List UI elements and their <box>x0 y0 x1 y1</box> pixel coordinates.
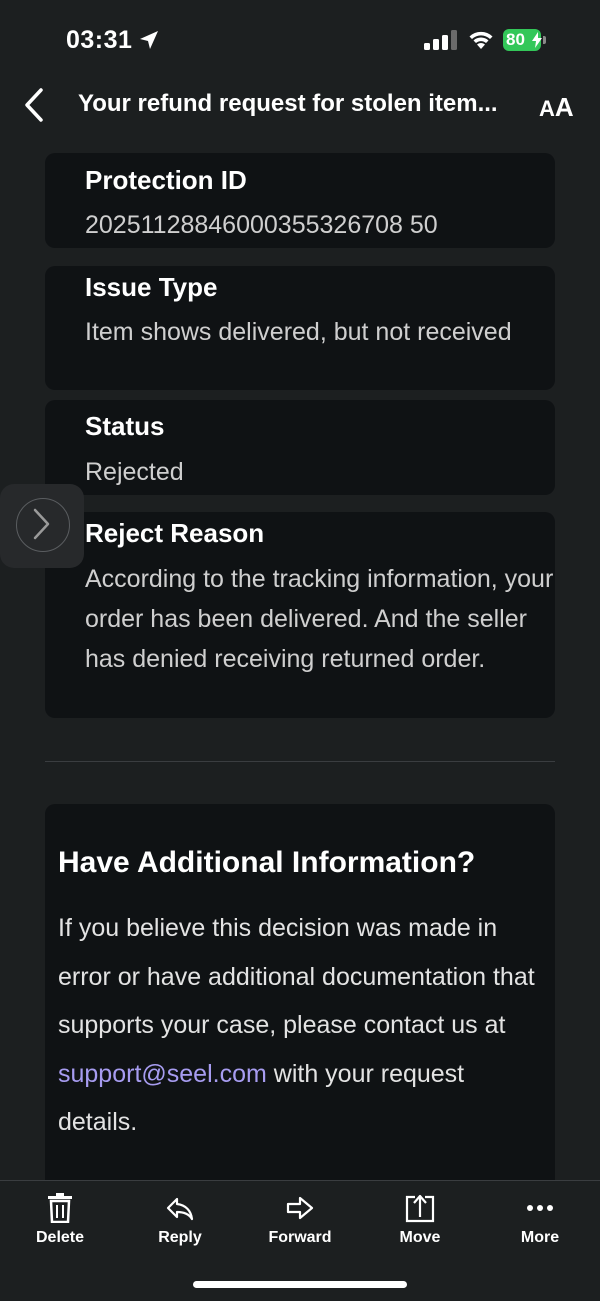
battery-indicator: 80 <box>503 29 549 51</box>
wifi-icon <box>469 31 493 49</box>
info-body-text: If you believe this decision was made in… <box>58 914 535 1039</box>
forward-label: Forward <box>268 1229 332 1246</box>
status-time: 03:31 <box>66 26 133 54</box>
move-label: Move <box>399 1229 441 1246</box>
back-chevron-icon[interactable] <box>20 86 50 124</box>
chevron-right-icon <box>33 508 50 540</box>
reply-arrow-icon <box>166 1197 194 1221</box>
delete-label: Delete <box>35 1229 85 1246</box>
protection-id-value: 20251128846000355326708 50 <box>85 211 438 239</box>
battery-cap <box>543 36 546 44</box>
support-email-link[interactable]: support@seel.com <box>58 1060 267 1088</box>
home-indicator[interactable] <box>193 1281 407 1288</box>
more-button[interactable]: More <box>480 1193 600 1253</box>
location-arrow-icon <box>140 31 158 49</box>
cellular-signal-icon <box>424 30 457 50</box>
reply-button[interactable]: Reply <box>120 1193 240 1253</box>
reject-reason-label: Reject Reason <box>85 518 265 548</box>
text-size-icon[interactable]: AA <box>539 92 574 123</box>
email-subject-title: Your refund request for stolen item... <box>78 90 498 117</box>
charging-bolt-icon <box>532 32 542 48</box>
status-card: Status Rejected <box>45 400 555 495</box>
additional-info-body: If you believe this decision was made in… <box>58 904 538 1147</box>
additional-info-card: Have Additional Information? If you beli… <box>45 804 555 1194</box>
next-message-button[interactable] <box>0 484 84 568</box>
text-size-small-a: A <box>539 96 555 121</box>
more-dots-icon <box>527 1205 553 1211</box>
reject-reason-value: According to the tracking information, y… <box>85 565 554 673</box>
issue-type-value: Item shows delivered, but not received <box>85 318 512 346</box>
forward-button[interactable]: Forward <box>240 1193 360 1253</box>
battery-percent: 80 <box>506 30 525 49</box>
status-bar: 03:31 80 <box>0 0 600 80</box>
additional-info-title: Have Additional Information? <box>58 846 476 879</box>
reply-label: Reply <box>158 1229 202 1246</box>
move-button[interactable]: Move <box>360 1193 480 1253</box>
trash-icon <box>48 1193 72 1223</box>
forward-arrow-icon <box>286 1196 314 1220</box>
text-size-big-a: A <box>554 92 574 122</box>
more-label: More <box>520 1229 560 1246</box>
protection-id-label: Protection ID <box>85 165 247 195</box>
section-divider <box>45 761 555 762</box>
move-to-folder-icon <box>405 1194 435 1223</box>
reject-reason-card: Reject Reason According to the tracking … <box>45 512 555 718</box>
status-value: Rejected <box>85 458 184 486</box>
delete-button[interactable]: Delete <box>0 1193 120 1253</box>
issue-type-label: Issue Type <box>85 272 218 302</box>
issue-type-card: Issue Type Item shows delivered, but not… <box>45 266 555 390</box>
protection-id-card: Protection ID 20251128846000355326708 50 <box>45 153 555 248</box>
status-label: Status <box>85 411 165 441</box>
